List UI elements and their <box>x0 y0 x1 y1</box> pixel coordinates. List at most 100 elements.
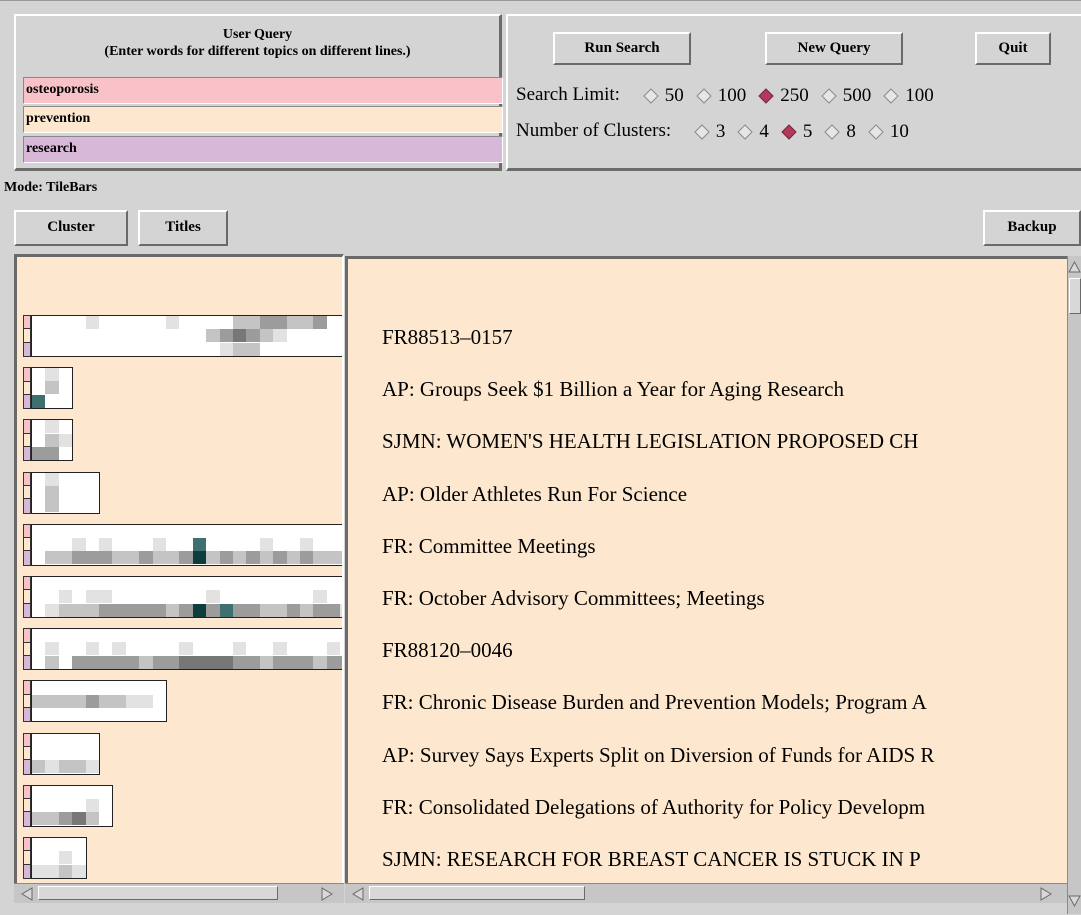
search-limit-option[interactable]: 50 <box>631 84 684 106</box>
result-title[interactable]: FR: Committee Meetings <box>382 534 596 559</box>
result-title[interactable]: SJMN: WOMEN'S HEALTH LEGISLATION PROPOSE… <box>382 429 918 454</box>
tilebar-scroll-thumb[interactable] <box>38 886 278 900</box>
result-title[interactable]: AP: Groups Seek $1 Billion a Year for Ag… <box>382 377 844 402</box>
search-limit-label: Search Limit: <box>516 84 620 105</box>
titles-vertical-scroll-thumb[interactable] <box>1069 278 1081 314</box>
tilebar-segments <box>31 837 87 879</box>
tilebar-tile <box>192 655 207 669</box>
tilebar-tile <box>32 446 46 460</box>
result-titles-pane[interactable]: FR88513–0157 AP: Groups Seek $1 Billion a… <box>345 256 1067 884</box>
query-topic-line-2[interactable]: prevention <box>23 106 503 133</box>
scroll-left-arrow-icon[interactable] <box>351 887 365 901</box>
tilebar-term-marker <box>23 784 31 827</box>
quit-button[interactable]: Quit <box>975 32 1051 65</box>
tilebar-tile <box>166 603 180 617</box>
radio-unselected-icon[interactable] <box>694 123 710 140</box>
tilebar-horizontal-scrollbar[interactable] <box>14 883 344 903</box>
cluster-count-option-label: 8 <box>846 120 856 142</box>
tilebar-tile <box>286 316 300 329</box>
tilebar-tile <box>300 538 314 552</box>
run-search-button[interactable]: Run Search <box>553 32 691 65</box>
tilebar-tile <box>58 812 73 826</box>
cluster-count-option[interactable]: 10 <box>856 120 909 142</box>
titles-scroll-thumb[interactable] <box>369 886 585 900</box>
tilebar-tile <box>32 760 46 774</box>
scroll-right-arrow-icon[interactable] <box>320 887 334 901</box>
query-topic-line-1[interactable]: osteoporosis <box>23 77 503 104</box>
tilebar-tile <box>72 812 86 826</box>
tilebar-tile <box>112 655 126 669</box>
tilebar-tile <box>45 499 59 513</box>
titles-horizontal-scrollbar[interactable] <box>345 883 1067 903</box>
tilebar-tile <box>273 551 287 565</box>
result-title[interactable]: FR: Consolidated Delegations of Authorit… <box>382 795 925 820</box>
scroll-left-arrow-icon[interactable] <box>20 887 34 901</box>
radio-unselected-icon[interactable] <box>695 87 712 104</box>
top-divider <box>0 0 1081 1</box>
tilebar-tile <box>313 603 327 617</box>
tilebar-tile <box>58 760 73 774</box>
cluster-count-option[interactable]: 4 <box>725 120 769 142</box>
tilebar-pane[interactable] <box>14 254 344 902</box>
result-title[interactable]: SJMN: RESEARCH FOR BREAST CANCER IS STUC… <box>382 847 921 872</box>
search-limit-option[interactable]: 100 <box>684 84 746 106</box>
result-title[interactable]: FR88120–0046 <box>382 638 513 663</box>
result-title[interactable]: AP: Survey Says Experts Split on Diversi… <box>382 743 934 768</box>
tilebar-tile <box>45 381 59 395</box>
search-limit-option[interactable]: 250 <box>746 84 809 106</box>
new-query-button[interactable]: New Query <box>765 32 903 65</box>
query-topic-line-3[interactable]: research <box>23 136 503 163</box>
result-title[interactable]: FR: Chronic Disease Burden and Preventio… <box>382 690 927 715</box>
tilebar-tile <box>313 655 327 669</box>
search-limit-row: Search Limit: 50 100 250 500 100 <box>516 84 934 107</box>
tilebar-tile <box>45 812 59 826</box>
radio-unselected-icon[interactable] <box>868 123 884 140</box>
titles-vertical-scrollbar[interactable] <box>1067 256 1081 914</box>
tilebar-tile <box>32 694 46 708</box>
user-query-header: User Query (Enter words for different to… <box>20 26 495 60</box>
tilebar-tile <box>206 655 220 669</box>
titles-button[interactable]: Titles <box>138 210 228 246</box>
tilebar-tile <box>219 551 233 565</box>
scroll-down-arrow-icon[interactable] <box>1068 894 1081 908</box>
radio-selected-icon[interactable] <box>781 123 797 140</box>
radio-unselected-icon[interactable] <box>642 87 659 104</box>
tilebar-tile <box>233 655 247 669</box>
radio-unselected-icon[interactable] <box>824 123 841 140</box>
cluster-count-option[interactable]: 5 <box>769 120 812 142</box>
tilebar-tile <box>85 694 99 708</box>
tilebar-tile <box>32 864 46 878</box>
tilebar-tile <box>286 655 300 669</box>
tilebar-tile <box>72 655 86 669</box>
tilebar-tile <box>192 603 207 617</box>
result-title[interactable]: FR88513–0157 <box>382 325 513 350</box>
cluster-count-option[interactable]: 8 <box>812 120 856 142</box>
radio-unselected-icon[interactable] <box>883 87 899 104</box>
tilebar-tile <box>85 760 99 774</box>
tilebar-tile <box>300 655 314 669</box>
backup-button[interactable]: Backup <box>983 210 1081 246</box>
tilebar-tile <box>326 603 341 617</box>
tilebar-term-marker <box>23 732 31 775</box>
search-limit-option-label: 50 <box>664 84 684 106</box>
search-limit-option[interactable]: 100 <box>871 84 934 106</box>
radio-unselected-icon[interactable] <box>737 123 754 140</box>
tilebar-tile <box>326 642 341 656</box>
radio-unselected-icon[interactable] <box>820 87 837 104</box>
search-control-panel: Run Search New Query Quit Search Limit: … <box>506 14 1081 171</box>
result-title[interactable]: FR: October Advisory Committees; Meeting… <box>382 586 765 611</box>
result-title[interactable]: AP: Older Athletes Run For Science <box>382 482 687 507</box>
mode-indicator: Mode: TileBars <box>4 180 98 195</box>
radio-selected-icon[interactable] <box>758 87 774 104</box>
user-query-instructions: (Enter words for different topics on dif… <box>104 44 411 59</box>
tilebar-term-marker <box>23 367 31 410</box>
cluster-button[interactable]: Cluster <box>14 210 128 246</box>
search-limit-option[interactable]: 500 <box>809 84 871 106</box>
scroll-up-arrow-icon[interactable] <box>1068 260 1081 274</box>
tilebar-tile <box>259 316 274 329</box>
cluster-count-option[interactable]: 3 <box>682 120 725 142</box>
tilebar-tile <box>139 551 153 565</box>
scroll-right-arrow-icon[interactable] <box>1039 887 1053 901</box>
tilebar-tile <box>58 551 73 565</box>
cluster-count-option-label: 4 <box>759 120 769 142</box>
